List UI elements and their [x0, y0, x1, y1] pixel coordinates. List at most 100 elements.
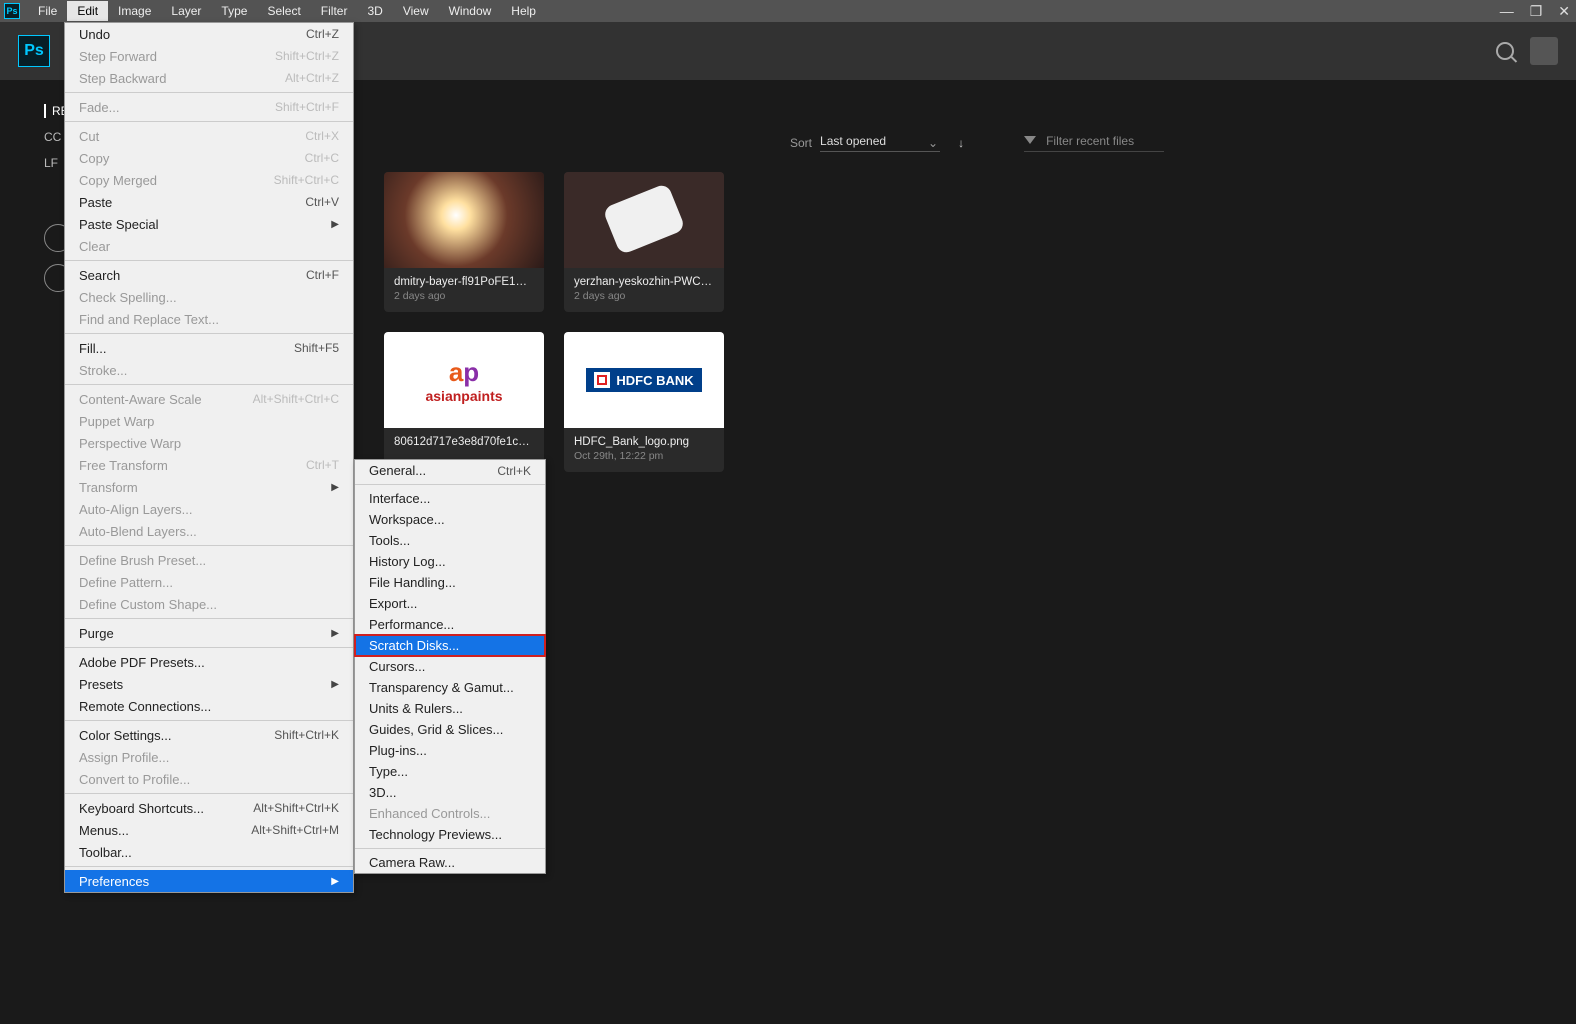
- minimize-icon[interactable]: —: [1500, 3, 1514, 20]
- file-title: HDFC_Bank_logo.png: [574, 436, 714, 448]
- file-title: dmitry-bayer-fl91PoFE1DU…: [394, 276, 534, 288]
- menu-item[interactable]: Toolbar...: [65, 841, 353, 863]
- menu-item: Find and Replace Text...: [65, 308, 353, 330]
- menu-view[interactable]: View: [393, 1, 439, 21]
- file-subtitle: 2 days ago: [394, 290, 534, 302]
- menu-item[interactable]: 3D...: [355, 782, 545, 803]
- thumbnail: [564, 172, 724, 268]
- menu-item[interactable]: Workspace...: [355, 509, 545, 530]
- menu-item[interactable]: Transparency & Gamut...: [355, 677, 545, 698]
- menu-item: Free TransformCtrl+T: [65, 454, 353, 476]
- menu-item: CopyCtrl+C: [65, 147, 353, 169]
- filter-placeholder: Filter recent files: [1046, 134, 1134, 148]
- menu-item[interactable]: Purge▶: [65, 622, 353, 644]
- menu-item: Step BackwardAlt+Ctrl+Z: [65, 67, 353, 89]
- avatar[interactable]: [1530, 37, 1558, 65]
- chevron-down-icon[interactable]: ⌄: [928, 136, 938, 150]
- menu-help[interactable]: Help: [501, 1, 546, 21]
- menu-item: Enhanced Controls...: [355, 803, 545, 824]
- menu-item[interactable]: History Log...: [355, 551, 545, 572]
- menu-item: Clear: [65, 235, 353, 257]
- file-card[interactable]: dmitry-bayer-fl91PoFE1DU… 2 days ago: [384, 172, 544, 312]
- menu-item: Check Spelling...: [65, 286, 353, 308]
- edit-menu: UndoCtrl+ZStep ForwardShift+Ctrl+ZStep B…: [64, 22, 354, 893]
- menu-item[interactable]: Preferences▶: [65, 870, 353, 892]
- menu-item: Auto-Blend Layers...: [65, 520, 353, 542]
- menu-item[interactable]: Adobe PDF Presets...: [65, 651, 353, 673]
- sort-filter-row: Sort Last opened ⌄ ↓ Filter recent files: [790, 134, 1496, 152]
- menu-item: Perspective Warp: [65, 432, 353, 454]
- file-subtitle: Oct 29th, 12:22 pm: [574, 450, 714, 462]
- thumb-text: asianpaints: [425, 388, 502, 404]
- menu-item: Content-Aware ScaleAlt+Shift+Ctrl+C: [65, 388, 353, 410]
- sort-label: Sort: [790, 136, 812, 150]
- recent-files-grid: dmitry-bayer-fl91PoFE1DU… 2 days ago yer…: [384, 172, 784, 472]
- menu-item[interactable]: Cursors...: [355, 656, 545, 677]
- menu-item: Define Brush Preset...: [65, 549, 353, 571]
- file-card[interactable]: HDFC BANK HDFC_Bank_logo.png Oct 29th, 1…: [564, 332, 724, 472]
- menu-item: Transform▶: [65, 476, 353, 498]
- menu-item[interactable]: Color Settings...Shift+Ctrl+K: [65, 724, 353, 746]
- menu-item: Puppet Warp: [65, 410, 353, 432]
- menu-item[interactable]: File Handling...: [355, 572, 545, 593]
- menu-item[interactable]: Remote Connections...: [65, 695, 353, 717]
- maximize-icon[interactable]: ❐: [1530, 3, 1543, 20]
- menu-item: Fade...Shift+Ctrl+F: [65, 96, 353, 118]
- menu-item[interactable]: PasteCtrl+V: [65, 191, 353, 213]
- thumb-text: HDFC BANK: [616, 373, 693, 388]
- sort-dropdown[interactable]: Last opened: [820, 134, 940, 152]
- app-logo: Ps: [18, 35, 50, 67]
- menu-item[interactable]: Scratch Disks...: [355, 635, 545, 656]
- close-icon[interactable]: ✕: [1558, 3, 1570, 20]
- menu-item: Stroke...: [65, 359, 353, 381]
- sort-direction-icon[interactable]: ↓: [958, 136, 964, 150]
- menu-3d[interactable]: 3D: [357, 1, 392, 21]
- file-card[interactable]: yerzhan-yeskozhin-PWC_… 2 days ago: [564, 172, 724, 312]
- menu-layer[interactable]: Layer: [161, 1, 211, 21]
- menu-item[interactable]: UndoCtrl+Z: [65, 23, 353, 45]
- menu-image[interactable]: Image: [108, 1, 161, 21]
- menu-item[interactable]: Paste Special▶: [65, 213, 353, 235]
- menu-item[interactable]: Interface...: [355, 488, 545, 509]
- menu-item[interactable]: Guides, Grid & Slices...: [355, 719, 545, 740]
- file-title: 80612d717e3e8d70fe1c456: [394, 436, 534, 448]
- menu-item: Define Custom Shape...: [65, 593, 353, 615]
- menu-edit[interactable]: Edit: [67, 1, 108, 21]
- menu-item: CutCtrl+X: [65, 125, 353, 147]
- menu-item[interactable]: Technology Previews...: [355, 824, 545, 845]
- menu-item[interactable]: General...Ctrl+K: [355, 460, 545, 481]
- menu-select[interactable]: Select: [257, 1, 310, 21]
- menu-item[interactable]: Keyboard Shortcuts...Alt+Shift+Ctrl+K: [65, 797, 353, 819]
- menu-item: Convert to Profile...: [65, 768, 353, 790]
- menu-filter[interactable]: Filter: [311, 1, 358, 21]
- menu-item[interactable]: SearchCtrl+F: [65, 264, 353, 286]
- search-icon[interactable]: [1496, 42, 1514, 60]
- menu-file[interactable]: File: [28, 1, 67, 21]
- menu-item[interactable]: Tools...: [355, 530, 545, 551]
- file-title: yerzhan-yeskozhin-PWC_…: [574, 276, 714, 288]
- menu-item: Auto-Align Layers...: [65, 498, 353, 520]
- filter-input[interactable]: Filter recent files: [1024, 134, 1164, 152]
- menubar: Ps FileEditImageLayerTypeSelectFilter3DV…: [0, 0, 1576, 22]
- app-badge: Ps: [4, 3, 20, 19]
- window-controls: — ❐ ✕: [1500, 3, 1570, 20]
- menu-item[interactable]: Type...: [355, 761, 545, 782]
- menu-item[interactable]: Units & Rulers...: [355, 698, 545, 719]
- menu-item[interactable]: Fill...Shift+F5: [65, 337, 353, 359]
- thumbnail: HDFC BANK: [564, 332, 724, 428]
- menu-item[interactable]: Export...: [355, 593, 545, 614]
- menu-window[interactable]: Window: [439, 1, 502, 21]
- menu-item[interactable]: Plug-ins...: [355, 740, 545, 761]
- menu-item[interactable]: Performance...: [355, 614, 545, 635]
- file-card[interactable]: ap asianpaints 80612d717e3e8d70fe1c456: [384, 332, 544, 472]
- thumbnail: ap asianpaints: [384, 332, 544, 428]
- menu-item: Step ForwardShift+Ctrl+Z: [65, 45, 353, 67]
- menu-type[interactable]: Type: [211, 1, 257, 21]
- menu-item[interactable]: Menus...Alt+Shift+Ctrl+M: [65, 819, 353, 841]
- menu-item[interactable]: Presets▶: [65, 673, 353, 695]
- menu-item: Copy MergedShift+Ctrl+C: [65, 169, 353, 191]
- filter-icon: [1024, 136, 1036, 146]
- preferences-submenu: General...Ctrl+K Interface...Workspace...…: [354, 459, 546, 874]
- file-subtitle: 2 days ago: [574, 290, 714, 302]
- menu-item[interactable]: Camera Raw...: [355, 852, 545, 873]
